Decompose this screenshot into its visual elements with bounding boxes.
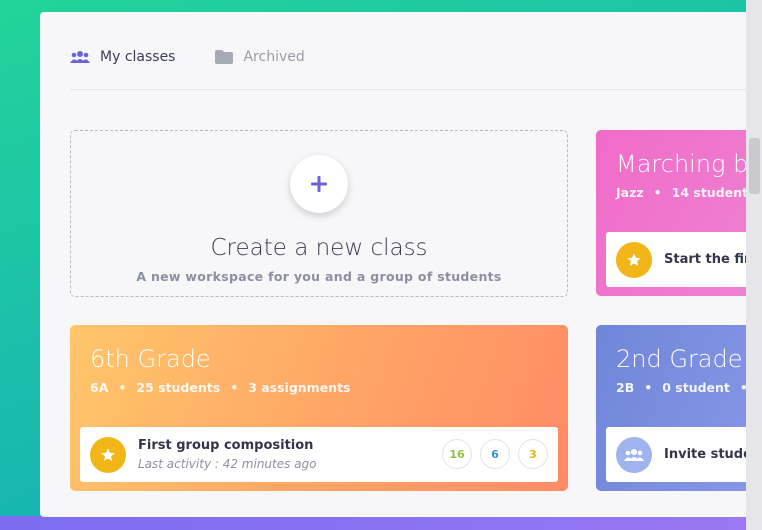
badge-pending: 3 — [518, 439, 548, 469]
badge-in-progress: 6 — [480, 439, 510, 469]
class-section: 2B — [616, 380, 635, 395]
add-class-button[interactable] — [290, 155, 348, 213]
class-name: Marching b — [616, 150, 746, 178]
class-name: 6th Grade — [90, 345, 211, 373]
class-assignments: 3 assignments — [248, 380, 351, 395]
tab-archived-label: Archived — [243, 49, 305, 65]
class-activity[interactable]: First group composition Last activity : … — [80, 427, 558, 482]
activity-text: First group composition Last activity : … — [138, 438, 317, 471]
activity-text: Start the firs — [664, 252, 746, 267]
scrollbar-thumb[interactable] — [749, 138, 760, 194]
create-class-card[interactable]: Create a new class A new workspace for y… — [70, 130, 568, 297]
create-class-title: Create a new class — [210, 235, 428, 261]
tab-divider — [70, 89, 746, 90]
class-section: 6A — [90, 380, 109, 395]
create-class-subtitle: A new workspace for you and a group of s… — [136, 269, 502, 284]
folder-icon — [215, 50, 234, 64]
class-section: Jazz — [616, 185, 644, 200]
class-meta: 6A • 25 students • 3 assignments — [90, 380, 351, 395]
class-students: 14 students — [671, 185, 746, 200]
badge-completed: 16 — [442, 439, 472, 469]
activity-text: Invite studer — [664, 447, 746, 462]
scrollbar[interactable] — [746, 0, 762, 530]
star-icon — [616, 241, 652, 278]
classes-panel: My classes Archived Create a new class A… — [40, 12, 746, 517]
class-activity[interactable]: Invite studer — [606, 427, 746, 482]
class-students: 0 student — [662, 380, 730, 395]
users-icon — [70, 50, 90, 64]
activity-badges: 16 6 3 — [442, 439, 548, 469]
class-card-6th-grade[interactable]: 6th Grade 6A • 25 students • 3 assignments F… — [70, 325, 568, 491]
activity-title: Invite studer — [664, 447, 746, 462]
tab-my-classes[interactable]: My classes — [70, 49, 175, 65]
activity-title: Start the firs — [664, 252, 746, 267]
class-card-marching[interactable]: Marching b Jazz•14 students Start the fi… — [596, 130, 746, 296]
activity-time: Last activity : 42 minutes ago — [138, 457, 317, 471]
class-activity[interactable]: Start the firs — [606, 232, 746, 287]
tab-archived[interactable]: Archived — [215, 49, 305, 65]
plus-icon — [311, 176, 327, 192]
tab-bar: My classes Archived — [70, 42, 746, 72]
users-icon — [616, 436, 652, 473]
background-band — [0, 516, 762, 530]
activity-title: First group composition — [138, 438, 314, 453]
star-icon — [90, 436, 126, 473]
class-meta: Jazz•14 students — [616, 185, 746, 200]
tab-my-classes-label: My classes — [100, 49, 176, 65]
class-meta: 2B•0 student• — [616, 380, 746, 395]
class-name: 2nd Grade — [616, 345, 743, 373]
class-students: 25 students — [136, 380, 221, 395]
class-card-2nd-grade[interactable]: 2nd Grade 2B•0 student• Invite studer — [596, 325, 746, 491]
